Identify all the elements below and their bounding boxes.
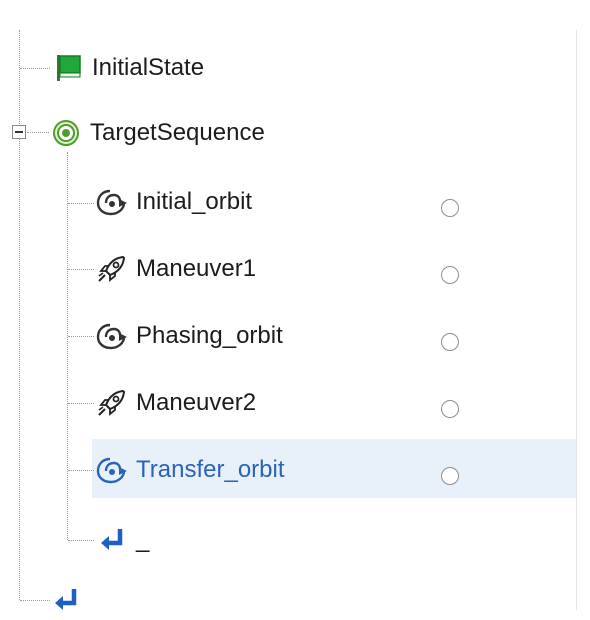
tree-item-label: Maneuver1 [136, 255, 257, 282]
tree-line [27, 132, 49, 133]
target-sequence-icon [48, 116, 84, 150]
tree-item-maneuver1[interactable]: Maneuver1 [94, 252, 256, 286]
status-radio[interactable] [441, 266, 459, 284]
status-radio[interactable] [441, 333, 459, 351]
return-arrow-icon [48, 583, 84, 617]
tree-item-label: Maneuver2 [136, 389, 257, 416]
panel-border [576, 30, 577, 610]
tree-line [68, 336, 94, 337]
tree-item-label: InitialState [92, 54, 205, 81]
tree-item-label: Initial_orbit [136, 188, 253, 215]
tree-item-maneuver2[interactable]: Maneuver2 [94, 386, 256, 420]
tree-line-root [19, 30, 20, 600]
tree-item-target-sequence[interactable]: TargetSequence [48, 116, 265, 150]
tree-line-sequence [67, 152, 68, 540]
mission-sequence-tree: InitialState TargetSequence Initial_orbi… [0, 0, 577, 620]
propagate-orbit-icon [94, 185, 130, 219]
tree-line [68, 269, 94, 270]
green-flag-icon [50, 51, 86, 85]
tree-item-label: Transfer_orbit [136, 456, 285, 483]
rocket-icon [94, 386, 130, 420]
status-radio[interactable] [441, 400, 459, 418]
tree-line [20, 600, 50, 601]
tree-item-label: TargetSequence [90, 119, 265, 146]
tree-item-label: Phasing_orbit [136, 322, 283, 349]
tree-item-root-end[interactable] [48, 583, 84, 617]
tree-item-transfer-orbit[interactable]: Transfer_orbit [94, 453, 285, 487]
propagate-orbit-icon [94, 453, 130, 487]
tree-item-sequence-end[interactable]: _ [94, 523, 149, 557]
tree-line [68, 203, 94, 204]
tree-line [20, 68, 50, 69]
status-radio[interactable] [441, 199, 459, 217]
tree-item-initial-state[interactable]: InitialState [50, 51, 204, 85]
tree-item-phasing-orbit[interactable]: Phasing_orbit [94, 319, 283, 353]
collapse-toggle[interactable] [12, 125, 26, 139]
return-arrow-icon [94, 523, 130, 557]
rocket-icon [94, 252, 130, 286]
propagate-orbit-icon [94, 319, 130, 353]
tree-line [68, 403, 94, 404]
status-radio[interactable] [441, 467, 459, 485]
tree-item-initial-orbit[interactable]: Initial_orbit [94, 185, 252, 219]
tree-line [68, 470, 94, 471]
tree-line [68, 540, 94, 541]
tree-item-label: _ [136, 526, 150, 553]
